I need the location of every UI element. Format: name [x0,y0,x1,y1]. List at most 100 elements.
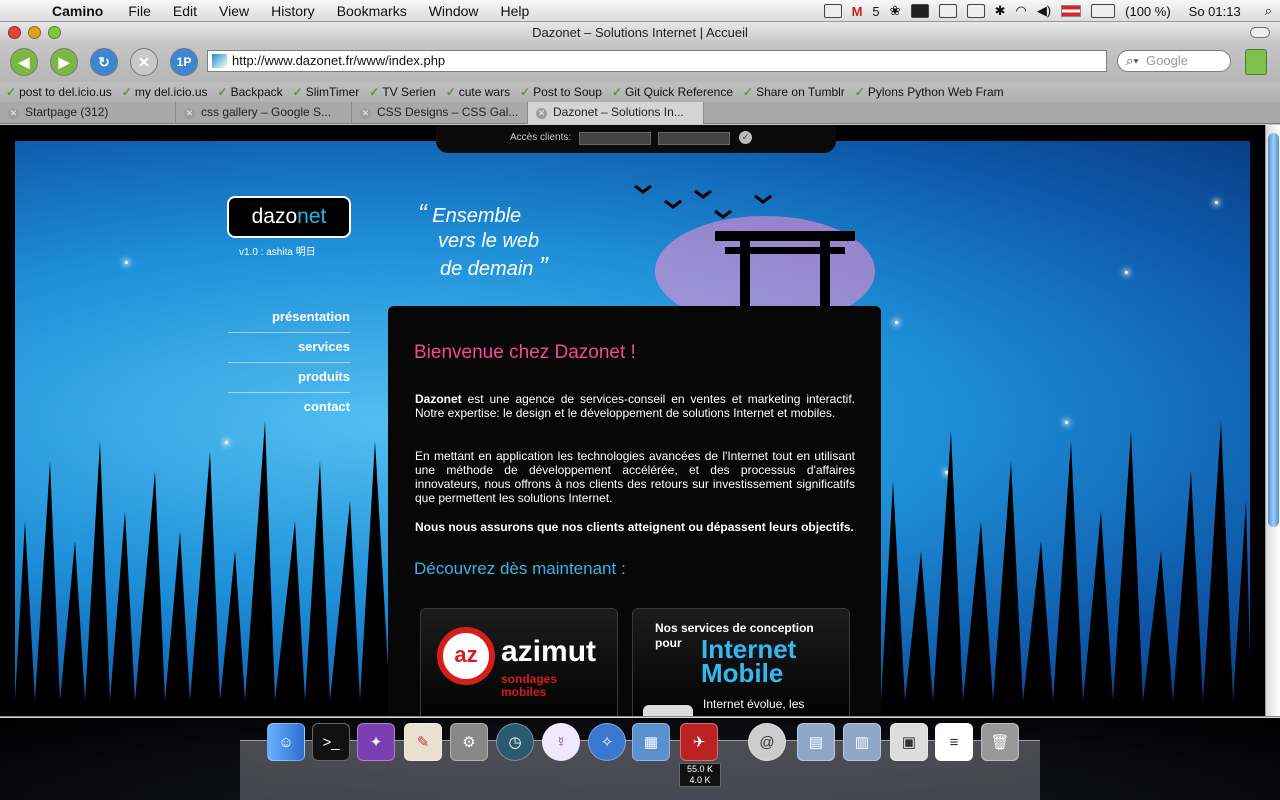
menu-edit[interactable]: Edit [173,3,197,19]
close-window-button[interactable] [8,26,21,39]
discover-heading: Découvrez dès maintenant : [414,559,626,578]
grass-silhouette-right [881,421,1250,701]
bookmark-page-button[interactable] [1245,49,1267,75]
close-tab-icon[interactable]: ✕ [184,108,195,119]
tab-label: Startpage (312) [25,105,109,119]
movies-folder-icon[interactable]: ▥ [843,723,881,761]
image-app-icon[interactable]: ✦ [357,723,395,761]
time-machine-icon[interactable]: ◷ [496,723,534,761]
azimut-promo-card[interactable]: az azimut sondages mobiles [420,608,618,717]
sparkle [895,321,898,324]
mail-icon[interactable]: @ [748,723,786,761]
volume-icon[interactable]: ◀) [1037,3,1051,19]
keyboard-icon[interactable] [966,4,985,18]
close-tab-icon[interactable]: ✕ [360,108,371,119]
css-edit-icon[interactable]: ✎ [404,723,442,761]
applications-stack-icon[interactable]: ▣ [890,723,928,761]
text-document-icon[interactable]: ≡ [935,723,973,761]
close-tab-icon[interactable]: ✕ [8,108,19,119]
torii-gate-illustration [634,184,875,321]
onepassword-label: 1P [176,55,192,69]
adium-icon[interactable]: ☿ [542,723,580,761]
nav-contact[interactable]: contact [228,393,350,423]
back-button[interactable]: ◀ [10,48,38,76]
onepassword-button[interactable]: 1P [170,48,198,76]
status-icon[interactable] [910,4,929,18]
menu-window[interactable]: Window [429,3,479,19]
close-quote-icon: ” [538,251,548,281]
site-navigation: présentation services produits contact [228,303,350,423]
sparkle [1125,271,1128,274]
trash-icon[interactable]: 🗑 [981,723,1019,761]
bookmark-item[interactable]: post to del.icio.us [6,85,112,99]
window-titlebar: Dazonet – Solutions Internet | Accueil [0,22,1280,44]
site-favicon-icon [212,54,227,68]
bookmark-item[interactable]: SlimTimer [293,85,360,99]
menu-history[interactable]: History [271,3,315,19]
bookmark-item[interactable]: TV Serien [369,85,435,99]
nav-services[interactable]: services [228,333,350,363]
menu-clock[interactable]: So 01:13 [1189,4,1241,19]
net-download: 4.0 K [689,775,711,785]
vertical-scrollbar[interactable] [1265,125,1280,717]
bookmark-item[interactable]: Post to Soup [520,85,602,99]
battery-icon[interactable] [1091,4,1116,18]
tab-dazonet[interactable]: ✕ Dazonet – Solutions In... [528,102,704,124]
gmail-icon[interactable]: M [852,4,863,19]
stop-button[interactable]: ✕ [130,48,158,76]
growl-paw-icon[interactable]: ❀ [890,3,901,19]
tab-startpage[interactable]: ✕ Startpage (312) [0,102,176,124]
close-tab-icon[interactable]: ✕ [536,108,547,119]
wifi-icon[interactable]: ◠ [1015,3,1026,19]
menu-bookmarks[interactable]: Bookmarks [337,3,407,19]
bookmark-item[interactable]: cute wars [446,85,510,99]
spotlight-icon[interactable]: ⌕ [1265,3,1272,19]
mobile-services-card[interactable]: Nos services de conception pour Internet… [632,608,850,717]
terminal-icon[interactable]: >_ [312,723,350,761]
sparkle [125,261,128,264]
nav-presentation[interactable]: présentation [228,303,350,333]
sparkle [1215,201,1218,204]
services-card-text: Internet évolue, les [703,697,805,711]
display-icon[interactable] [938,4,957,18]
back-arrow-icon: ◀ [18,54,30,70]
search-field[interactable]: ⌕▾ Google [1117,50,1231,72]
minimize-window-button[interactable] [28,26,41,39]
services-card-headline: Internet Mobile [701,634,797,688]
tab-css-designs[interactable]: ✕ CSS Designs – CSS Gal... [352,102,528,124]
finder-icon[interactable]: ☺ [267,723,305,761]
address-bar-url: http://www.dazonet.fr/www/index.php [232,53,446,68]
toolbar-toggle-button[interactable] [1250,27,1270,38]
bookmark-item[interactable]: Backpack [218,85,283,99]
bluetooth-icon[interactable]: ✱ [995,3,1006,19]
menu-view[interactable]: View [219,3,249,19]
app-menu[interactable]: Camino [52,3,103,19]
search-engine-icon[interactable]: ⌕▾ [1126,51,1139,71]
client-username-input[interactable] [579,132,651,145]
client-password-input[interactable] [658,132,730,145]
bookmark-item[interactable]: Git Quick Reference [612,85,733,99]
login-submit-icon[interactable]: ✓ [739,131,752,144]
scrollbar-thumb[interactable] [1268,133,1279,527]
client-login-bar: Accès clients: ✓ [436,125,836,153]
tab-css-gallery[interactable]: ✕ css gallery – Google S... [176,102,352,124]
bookmark-item[interactable]: Pylons Python Web Fram [855,85,1004,99]
menu-help[interactable]: Help [501,3,530,19]
camino-icon[interactable]: ✧ [588,723,626,761]
documents-folder-icon[interactable]: ▤ [797,723,835,761]
network-monitor-icon[interactable]: ✈ [680,723,718,761]
dazonet-logo[interactable]: dazonet [227,196,351,238]
input-source-flag-icon[interactable] [1061,5,1082,17]
system-preferences-icon[interactable]: ⚙ [450,723,488,761]
zoom-window-button[interactable] [48,26,61,39]
azimut-title: azimut [501,635,597,668]
menu-file[interactable]: File [128,3,151,19]
bookmark-item[interactable]: Share on Tumblr [743,85,845,99]
bookmark-item[interactable]: my del.icio.us [122,85,208,99]
calendar-icon[interactable] [823,4,842,18]
reload-button[interactable]: ↻ [90,48,118,76]
forward-button[interactable]: ▶ [50,48,78,76]
iphoto-icon[interactable]: ▦ [632,723,670,761]
address-bar[interactable]: http://www.dazonet.fr/www/index.php [207,50,1107,72]
nav-produits[interactable]: produits [228,363,350,393]
